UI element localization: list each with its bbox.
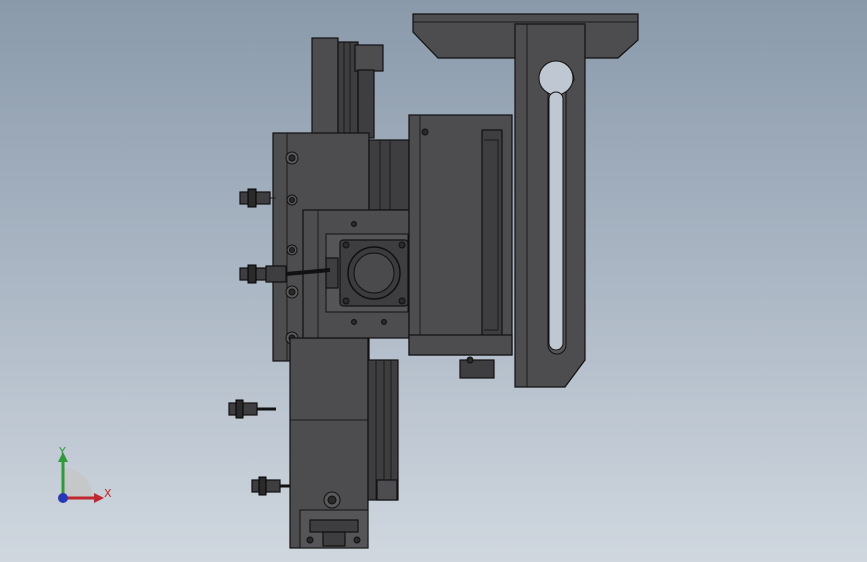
cad-model[interactable]: Y X [0,0,867,562]
z-axis-dot [58,493,68,503]
y-axis-label: Y [58,445,66,458]
sensor-connector-4[interactable] [251,476,290,496]
slide-housing[interactable] [408,114,513,379]
coordinate-triad: Y X [58,445,112,503]
upper-cylinder[interactable] [311,37,384,139]
graphics-viewport[interactable]: Y X [0,0,867,562]
sensor-connector-1[interactable] [239,188,276,208]
rotary-block[interactable] [302,209,410,339]
sensor-connector-3[interactable] [228,399,276,419]
x-axis-label: X [104,487,112,500]
